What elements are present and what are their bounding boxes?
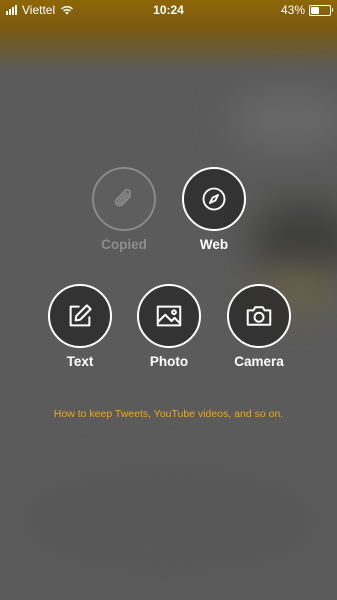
copied-button-circle[interactable] — [92, 167, 156, 231]
blurred-background-shape — [20, 470, 320, 570]
camera-icon — [246, 306, 272, 326]
web-button[interactable]: Web — [169, 167, 259, 252]
photo-button-circle[interactable] — [137, 284, 201, 348]
status-right: 43% — [280, 3, 333, 17]
web-label: Web — [199, 237, 229, 252]
compose-icon — [69, 304, 92, 327]
camera-button[interactable]: Camera — [214, 284, 304, 369]
battery-icon — [309, 4, 333, 16]
text-label: Text — [66, 354, 94, 369]
help-link[interactable]: How to keep Tweets, YouTube videos, and … — [0, 408, 337, 420]
image-icon — [156, 305, 182, 327]
status-bar: Viettel 10:24 43% — [0, 0, 337, 20]
copied-label: Copied — [101, 237, 147, 252]
battery-percent: 43% — [280, 3, 305, 17]
photo-button[interactable]: Photo — [124, 284, 214, 369]
camera-label: Camera — [234, 354, 284, 369]
blurred-background-shape — [250, 200, 337, 280]
camera-button-circle[interactable] — [227, 284, 291, 348]
blurred-background-shape — [230, 90, 337, 150]
web-button-circle[interactable] — [182, 167, 246, 231]
copied-button[interactable]: Copied — [79, 167, 169, 252]
photo-label: Photo — [149, 354, 189, 369]
compass-icon — [202, 187, 226, 211]
battery-level-fill — [311, 6, 319, 14]
text-button[interactable]: Text — [35, 284, 125, 369]
text-button-circle[interactable] — [48, 284, 112, 348]
add-item-screen: Viettel 10:24 43% Copied Web Text Photo … — [0, 0, 337, 600]
paperclip-icon — [114, 188, 132, 207]
